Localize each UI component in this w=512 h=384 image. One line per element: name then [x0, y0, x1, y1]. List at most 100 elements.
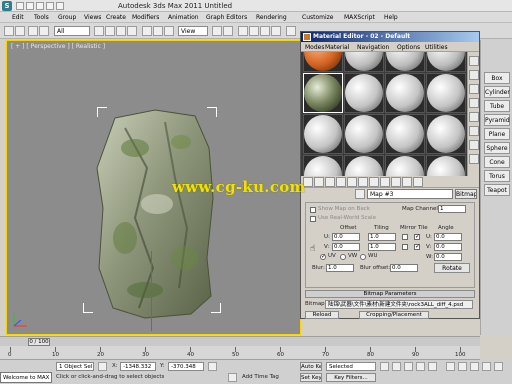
- me-menu-material[interactable]: Material: [325, 44, 349, 51]
- reload-button[interactable]: Reload: [305, 311, 339, 319]
- w-angle-spinner[interactable]: 0.0: [434, 253, 462, 261]
- blur-offset-spinner[interactable]: 0.0: [390, 264, 418, 272]
- menu-group[interactable]: Group: [58, 14, 76, 21]
- sample-slot[interactable]: [385, 52, 425, 72]
- make-unique-icon[interactable]: [347, 177, 357, 187]
- rock-model[interactable]: [95, 108, 217, 320]
- create-sphere-button[interactable]: Sphere: [484, 142, 510, 154]
- spinner-snap-icon[interactable]: [271, 26, 281, 36]
- menu-views[interactable]: Views: [84, 14, 101, 21]
- save-file-icon[interactable]: [36, 2, 44, 10]
- v-tile-checkbox[interactable]: [414, 243, 420, 250]
- video-color-check-icon[interactable]: [469, 112, 479, 122]
- v-tiling-spinner[interactable]: 1.0: [368, 243, 396, 251]
- map-type-button[interactable]: Bitmap: [455, 189, 477, 199]
- material-editor-title[interactable]: Material Editor - 02 - Default: [301, 32, 479, 42]
- menu-maxscript[interactable]: MAXScript: [344, 14, 375, 21]
- zoom-icon[interactable]: [446, 362, 455, 371]
- region-select-icon[interactable]: [116, 26, 126, 36]
- reference-coordinate-dropdown[interactable]: View: [178, 26, 208, 36]
- x-coord-field[interactable]: -1348.332: [120, 362, 156, 371]
- use-real-world-scale-checkbox[interactable]: [310, 216, 316, 222]
- vw-radio[interactable]: [340, 254, 346, 260]
- menu-edit[interactable]: Edit: [12, 14, 24, 21]
- window-crossing-icon[interactable]: [127, 26, 137, 36]
- menu-modifiers[interactable]: Modifiers: [132, 14, 159, 21]
- uv-radio[interactable]: [320, 253, 326, 260]
- select-by-name-icon[interactable]: [105, 26, 115, 36]
- snap-toggle-icon[interactable]: [238, 26, 248, 36]
- create-tube-button[interactable]: Tube: [484, 100, 510, 112]
- sample-slot[interactable]: [344, 52, 384, 72]
- menu-help[interactable]: Help: [384, 14, 398, 21]
- redo-icon[interactable]: [56, 2, 64, 10]
- rotate-icon[interactable]: [153, 26, 163, 36]
- maximize-viewport-icon[interactable]: [494, 362, 503, 371]
- rotate-button[interactable]: Rotate: [434, 263, 470, 273]
- viewport-label[interactable]: [ + ] [ Perspective ] [ Realistic ]: [11, 43, 105, 50]
- go-to-start-icon[interactable]: [380, 362, 389, 371]
- menu-animation[interactable]: Animation: [168, 14, 199, 21]
- map-name-field[interactable]: Map #3: [367, 189, 453, 199]
- sample-slot-active[interactable]: [303, 73, 343, 113]
- angle-snap-icon[interactable]: [249, 26, 259, 36]
- time-tag-icon[interactable]: [228, 373, 237, 382]
- sample-slot[interactable]: [385, 73, 425, 113]
- sample-slot[interactable]: [426, 73, 466, 113]
- create-cylinder-button[interactable]: Cylinder: [484, 86, 510, 98]
- trackbar[interactable]: 0 10 20 30 40 50 60 70 80 90 100: [0, 346, 480, 360]
- v-angle-spinner[interactable]: 0.0: [434, 243, 462, 251]
- pan-icon[interactable]: [458, 362, 467, 371]
- menu-graph-editors[interactable]: Graph Editors: [206, 14, 247, 21]
- sample-slot[interactable]: [303, 114, 343, 154]
- bitmap-parameters-rollout[interactable]: Bitmap Parameters: [305, 290, 475, 298]
- unlink-icon[interactable]: [39, 26, 49, 36]
- backlight-icon[interactable]: [469, 70, 479, 80]
- scale-icon[interactable]: [164, 26, 174, 36]
- reset-map-icon[interactable]: [336, 177, 346, 187]
- mirror-icon[interactable]: [286, 26, 296, 36]
- show-map-icon[interactable]: [380, 177, 390, 187]
- new-file-icon[interactable]: [16, 2, 24, 10]
- u-angle-spinner[interactable]: 0.0: [434, 233, 462, 241]
- field-of-view-icon[interactable]: [482, 362, 491, 371]
- pick-material-icon[interactable]: [355, 189, 365, 199]
- me-menu-modes[interactable]: Modes: [305, 44, 324, 51]
- add-time-tag-label[interactable]: Add Time Tag: [242, 374, 279, 380]
- key-filters-button[interactable]: Key Filters...: [326, 373, 376, 382]
- set-key-button[interactable]: Set Key: [300, 373, 322, 382]
- selection-lock-icon[interactable]: [98, 362, 107, 371]
- sample-slot[interactable]: [385, 114, 425, 154]
- make-preview-icon[interactable]: [469, 126, 479, 136]
- go-to-end-icon[interactable]: [428, 362, 437, 371]
- time-slider[interactable]: 0 / 100: [0, 336, 480, 346]
- auto-key-button[interactable]: Auto Key: [300, 362, 322, 371]
- app-logo-icon[interactable]: S: [2, 1, 12, 11]
- go-to-parent-icon[interactable]: [402, 177, 412, 187]
- show-end-result-icon[interactable]: [391, 177, 401, 187]
- v-mirror-checkbox[interactable]: [402, 244, 408, 250]
- sample-slot[interactable]: [303, 155, 343, 176]
- open-file-icon[interactable]: [26, 2, 34, 10]
- wu-radio[interactable]: [360, 254, 366, 260]
- me-menu-utilities[interactable]: Utilities: [425, 44, 448, 51]
- menu-customize[interactable]: Customize: [302, 14, 334, 21]
- sample-slot[interactable]: [344, 73, 384, 113]
- u-offset-spinner[interactable]: 0.0: [332, 233, 360, 241]
- sample-slot[interactable]: [303, 52, 343, 72]
- percent-snap-icon[interactable]: [260, 26, 270, 36]
- previous-frame-icon[interactable]: [392, 362, 401, 371]
- u-tile-checkbox[interactable]: [414, 233, 420, 240]
- maxscript-listener-field[interactable]: Welcome to MAX: [0, 372, 52, 383]
- create-pyramid-button[interactable]: Pyramid: [484, 114, 510, 126]
- sample-slot[interactable]: [426, 52, 466, 72]
- me-menu-options[interactable]: Options: [397, 44, 420, 51]
- map-channel-spinner[interactable]: 1: [438, 205, 466, 213]
- menu-create[interactable]: Create: [106, 14, 126, 21]
- create-plane-button[interactable]: Plane: [484, 128, 510, 140]
- show-map-on-back-checkbox[interactable]: [310, 207, 316, 213]
- next-frame-icon[interactable]: [416, 362, 425, 371]
- create-box-button[interactable]: Box: [484, 72, 510, 84]
- create-cone-button[interactable]: Cone: [484, 156, 510, 168]
- orbit-icon[interactable]: [470, 362, 479, 371]
